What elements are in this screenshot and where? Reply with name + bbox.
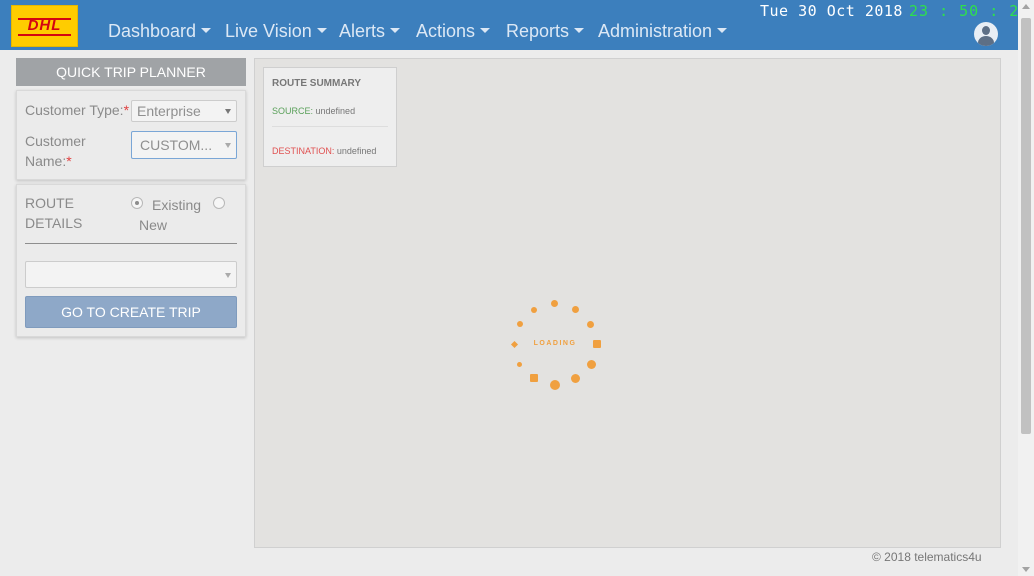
nav-dashboard-label: Dashboard <box>108 21 197 41</box>
destination-value: undefined <box>336 146 377 156</box>
scroll-up-arrow-icon[interactable] <box>1022 4 1030 9</box>
spinner-dot <box>587 321 594 328</box>
summary-divider <box>272 126 388 127</box>
destination-row: DESTINATION: undefined <box>272 146 376 156</box>
spinner-dot <box>571 374 580 383</box>
nav-actions[interactable]: Actions <box>416 21 491 42</box>
customer-name-label-text: Name: <box>25 153 67 169</box>
required-mark: * <box>123 102 130 118</box>
dhl-logo[interactable]: DHL <box>11 5 78 47</box>
map-canvas[interactable]: ROUTE SUMMARY SOURCE: undefined DESTINAT… <box>254 58 1001 548</box>
existing-route-radio[interactable] <box>131 197 143 209</box>
nav-reports-label: Reports <box>506 21 570 41</box>
route-details-card: ROUTE DETAILS Existing New GO TO CREATE … <box>16 184 246 337</box>
spinner-dot <box>530 374 538 382</box>
nav-actions-label: Actions <box>416 21 476 41</box>
required-mark: * <box>66 153 72 169</box>
route-select[interactable] <box>25 261 237 288</box>
nav-alerts-label: Alerts <box>339 21 386 41</box>
caret-down-icon <box>574 28 585 34</box>
nav-alerts[interactable]: Alerts <box>339 21 401 42</box>
chevron-down-icon <box>225 109 231 114</box>
top-navbar: DHL Dashboard Live Vision Alerts Actions… <box>0 0 1028 50</box>
destination-label: DESTINATION: <box>272 146 335 156</box>
source-row: SOURCE: undefined <box>272 106 355 116</box>
digital-clock: 23 : 50 : 26 <box>909 2 1030 20</box>
scroll-down-arrow-icon[interactable] <box>1022 567 1030 572</box>
scroll-thumb[interactable] <box>1021 18 1031 434</box>
quick-trip-planner-header: QUICK TRIP PLANNER <box>16 58 246 86</box>
source-value: undefined <box>315 106 356 116</box>
loading-text: LOADING <box>533 340 577 347</box>
route-details-label-line2: DETAILS <box>25 215 83 231</box>
logo-text: DHL <box>27 17 62 34</box>
spinner-dot <box>593 340 601 348</box>
spinner-dot <box>517 362 522 367</box>
customer-card: Customer Type:* Enterprise Customer Name… <box>16 90 246 180</box>
spinner-dot <box>531 307 537 313</box>
section-divider <box>25 243 237 244</box>
spinner-dot <box>572 306 579 313</box>
current-date: Tue 30 Oct 2018 <box>760 2 903 20</box>
nav-administration-label: Administration <box>598 21 713 41</box>
page-scrollbar[interactable] <box>1018 0 1034 576</box>
customer-name-label-line1: Customer <box>25 133 86 149</box>
spinner-dot <box>510 340 519 349</box>
caret-down-icon <box>201 28 212 34</box>
nav-reports[interactable]: Reports <box>506 21 585 42</box>
avatar-head <box>982 26 990 35</box>
customer-type-label-text: Customer Type: <box>25 102 124 118</box>
spinner-dot <box>550 380 560 390</box>
customer-type-select[interactable]: Enterprise <box>131 100 237 122</box>
avatar-body <box>978 36 994 46</box>
customer-name-value: CUSTOM... <box>140 137 213 153</box>
customer-type-value: Enterprise <box>137 103 201 119</box>
route-details-label-line1: ROUTE <box>25 195 74 211</box>
go-to-create-trip-button[interactable]: GO TO CREATE TRIP <box>25 296 237 328</box>
route-summary-title: ROUTE SUMMARY <box>272 78 362 89</box>
new-route-radio[interactable] <box>213 197 225 209</box>
nav-live-vision-label: Live Vision <box>225 21 312 41</box>
customer-name-label: Name:* <box>25 151 72 171</box>
nav-live-vision[interactable]: Live Vision <box>225 21 327 42</box>
caret-down-icon <box>717 28 728 34</box>
source-label: SOURCE: <box>272 106 314 116</box>
spinner-dot <box>587 360 596 369</box>
nav-administration[interactable]: Administration <box>598 21 728 42</box>
existing-route-label[interactable]: Existing <box>152 195 201 215</box>
caret-down-icon <box>480 28 491 34</box>
logo-stripe <box>18 34 71 36</box>
chevron-down-icon <box>225 143 231 148</box>
chevron-down-icon <box>225 273 231 278</box>
caret-down-icon <box>316 28 327 34</box>
spinner-dot <box>517 321 523 327</box>
customer-type-label: Customer Type:* <box>25 100 129 120</box>
user-avatar-icon[interactable] <box>974 22 998 46</box>
new-route-label[interactable]: New <box>139 215 167 235</box>
route-summary-panel: ROUTE SUMMARY SOURCE: undefined DESTINAT… <box>263 67 397 167</box>
nav-dashboard[interactable]: Dashboard <box>108 21 212 42</box>
spinner-dot <box>551 300 558 307</box>
customer-name-select[interactable]: CUSTOM... <box>131 131 237 159</box>
caret-down-icon <box>390 28 401 34</box>
footer-copyright: © 2018 telematics4u <box>872 550 982 564</box>
